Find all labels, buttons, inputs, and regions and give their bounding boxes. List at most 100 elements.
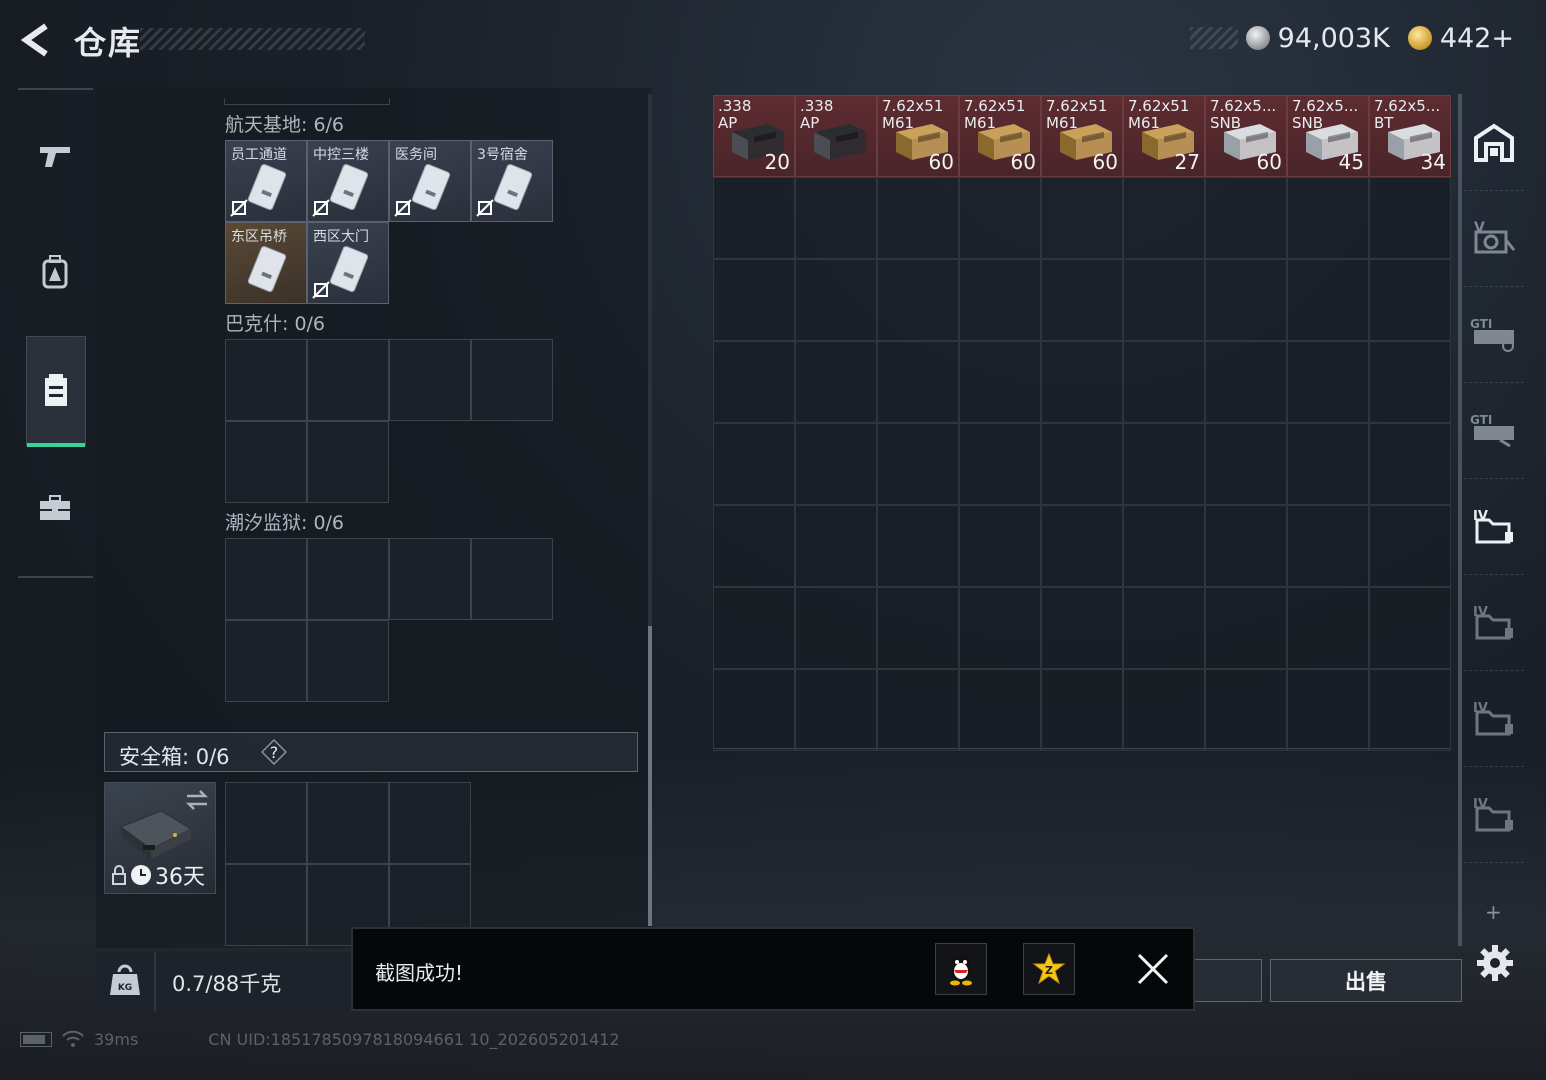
storage-empty-slot[interactable] xyxy=(1369,177,1451,259)
sort-button[interactable] xyxy=(1190,959,1262,1002)
storage-empty-slot[interactable] xyxy=(713,341,795,423)
storage-empty-slot[interactable] xyxy=(1205,669,1287,751)
storage-empty-slot[interactable] xyxy=(1287,423,1369,505)
storage-empty-slot[interactable] xyxy=(959,423,1041,505)
ammo-item[interactable]: 7.62x51 M61 60 xyxy=(959,95,1041,177)
ammo-item[interactable]: 7.62x5... BT 34 xyxy=(1369,95,1451,177)
storage-empty-slot[interactable] xyxy=(1205,587,1287,669)
storage-empty-slot[interactable] xyxy=(1041,177,1123,259)
storage-empty-slot[interactable] xyxy=(1123,587,1205,669)
storage-empty-slot[interactable] xyxy=(1369,423,1451,505)
storage-empty-slot[interactable] xyxy=(1041,259,1123,341)
empty-slot[interactable] xyxy=(389,782,471,864)
empty-slot[interactable] xyxy=(471,538,553,620)
right-scrollbar[interactable] xyxy=(1458,94,1462,946)
nav-toolbox[interactable] xyxy=(26,454,84,562)
empty-slot[interactable] xyxy=(307,538,389,620)
storage-empty-slot[interactable] xyxy=(1041,505,1123,587)
storage-empty-slot[interactable] xyxy=(1205,505,1287,587)
help-icon[interactable]: ? xyxy=(261,739,287,765)
tab-gti-container[interactable]: GTI xyxy=(1464,286,1524,383)
storage-empty-slot[interactable] xyxy=(877,587,959,669)
ammo-item[interactable]: 7.62x51 M61 27 xyxy=(1123,95,1205,177)
storage-empty-slot[interactable] xyxy=(1205,341,1287,423)
storage-empty-slot[interactable] xyxy=(1369,505,1451,587)
storage-empty-slot[interactable] xyxy=(1123,423,1205,505)
keycard-item[interactable]: 中控三楼 xyxy=(307,140,389,222)
empty-slot[interactable] xyxy=(307,421,389,503)
storage-empty-slot[interactable] xyxy=(795,669,877,751)
storage-empty-slot[interactable] xyxy=(795,505,877,587)
storage-empty-slot[interactable] xyxy=(795,259,877,341)
ammo-item[interactable]: 7.62x5... SNB 60 xyxy=(1205,95,1287,177)
storage-empty-slot[interactable] xyxy=(1287,505,1369,587)
storage-empty-slot[interactable] xyxy=(1041,423,1123,505)
storage-empty-slot[interactable] xyxy=(1369,587,1451,669)
add-tab-icon[interactable]: + xyxy=(1485,900,1502,924)
back-arrow-icon[interactable] xyxy=(18,22,54,58)
storage-empty-slot[interactable] xyxy=(959,587,1041,669)
ammo-item[interactable]: .338 AP 20 xyxy=(713,95,795,177)
gold-amount[interactable]: 442+ xyxy=(1440,23,1514,54)
empty-slot[interactable] xyxy=(471,339,553,421)
empty-slot[interactable] xyxy=(225,421,307,503)
share-qzone-button[interactable]: Z xyxy=(1023,943,1075,995)
keycard-item[interactable]: 员工通道 xyxy=(225,140,307,222)
tab-v-container[interactable]: V xyxy=(1464,190,1524,287)
keycard-item[interactable]: 东区吊桥 xyxy=(225,222,307,304)
close-icon[interactable] xyxy=(1135,951,1171,987)
storage-empty-slot[interactable] xyxy=(1369,259,1451,341)
empty-slot[interactable] xyxy=(225,538,307,620)
empty-slot[interactable] xyxy=(225,339,307,421)
storage-empty-slot[interactable] xyxy=(877,505,959,587)
keycard-item[interactable]: 医务间 xyxy=(389,140,471,222)
empty-slot[interactable] xyxy=(307,620,389,702)
storage-empty-slot[interactable] xyxy=(795,341,877,423)
empty-slot[interactable] xyxy=(307,782,389,864)
tab-iv-folder-2[interactable]: IV xyxy=(1464,574,1524,671)
empty-slot[interactable] xyxy=(225,620,307,702)
storage-empty-slot[interactable] xyxy=(1123,669,1205,751)
storage-empty-slot[interactable] xyxy=(877,341,959,423)
nav-equipment[interactable] xyxy=(26,218,84,326)
storage-empty-slot[interactable] xyxy=(1205,423,1287,505)
storage-empty-slot[interactable] xyxy=(713,177,795,259)
storage-empty-slot[interactable] xyxy=(877,259,959,341)
share-qq-button[interactable] xyxy=(935,943,987,995)
nav-weapons[interactable] xyxy=(26,102,84,210)
sell-button[interactable]: 出售 xyxy=(1270,959,1462,1002)
storage-empty-slot[interactable] xyxy=(713,423,795,505)
storage-empty-slot[interactable] xyxy=(959,259,1041,341)
storage-empty-slot[interactable] xyxy=(1041,341,1123,423)
ammo-item[interactable]: .338 AP xyxy=(795,95,877,177)
storage-empty-slot[interactable] xyxy=(1123,505,1205,587)
ammo-item[interactable]: 7.62x5... SNB 45 xyxy=(1287,95,1369,177)
empty-slot[interactable] xyxy=(389,339,471,421)
storage-empty-slot[interactable] xyxy=(713,669,795,751)
keycard-item[interactable]: 3号宿舍 xyxy=(471,140,553,222)
storage-empty-slot[interactable] xyxy=(795,177,877,259)
storage-empty-slot[interactable] xyxy=(959,177,1041,259)
empty-slot[interactable] xyxy=(225,864,307,946)
storage-empty-slot[interactable] xyxy=(1287,177,1369,259)
storage-empty-slot[interactable] xyxy=(713,587,795,669)
empty-slot[interactable] xyxy=(307,339,389,421)
tab-iv-folder-3[interactable]: IV xyxy=(1464,670,1524,767)
empty-slot[interactable] xyxy=(389,538,471,620)
storage-empty-slot[interactable] xyxy=(1287,587,1369,669)
gear-icon[interactable] xyxy=(1476,944,1514,982)
storage-empty-slot[interactable] xyxy=(1123,341,1205,423)
storage-empty-slot[interactable] xyxy=(1205,259,1287,341)
storage-empty-slot[interactable] xyxy=(959,669,1041,751)
storage-empty-slot[interactable] xyxy=(1369,341,1451,423)
storage-empty-slot[interactable] xyxy=(795,587,877,669)
storage-empty-slot[interactable] xyxy=(1369,669,1451,751)
storage-empty-slot[interactable] xyxy=(713,259,795,341)
ammo-item[interactable]: 7.62x51 M61 60 xyxy=(1041,95,1123,177)
tab-safe-zone[interactable] xyxy=(1464,94,1524,191)
safe-box-item[interactable]: 36天 xyxy=(104,782,216,894)
storage-empty-slot[interactable] xyxy=(1041,669,1123,751)
storage-empty-slot[interactable] xyxy=(713,505,795,587)
storage-empty-slot[interactable] xyxy=(1287,341,1369,423)
storage-empty-slot[interactable] xyxy=(1287,259,1369,341)
